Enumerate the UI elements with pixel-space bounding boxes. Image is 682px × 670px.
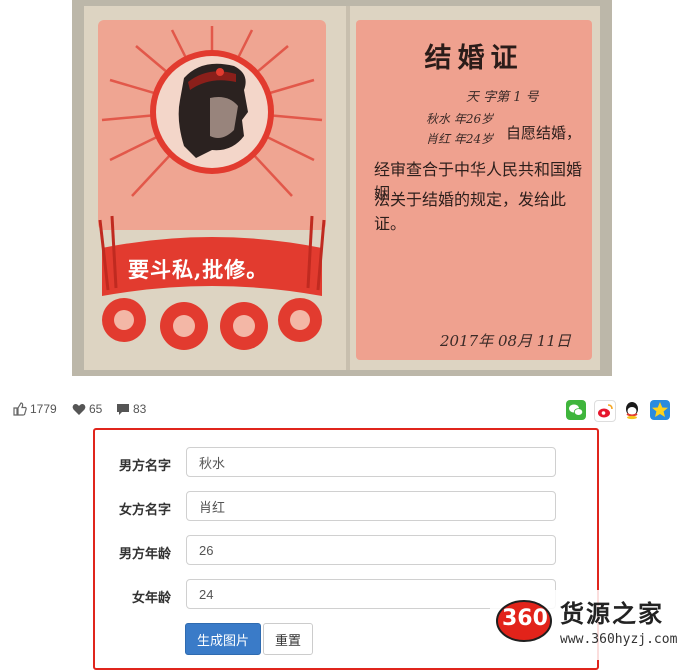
certificate-slogan: 要斗私,批修。 [128,257,269,282]
qq-icon[interactable] [622,400,642,420]
bride-age-label: 女年龄 [131,590,171,605]
certificate-body-line2: 法关于结婚的规定，发给此证。 [374,190,567,233]
bride-name-label: 女方名字 [118,502,171,517]
certificate-serial: 天 字第 1 号 [466,90,539,105]
watermark-site-name: 货源之家 [560,601,664,628]
marriage-certificate-image: 要斗私,批修。 结婚证 天 字第 1 号 秋水 年26岁 肖红 年24岁 自愿结… [72,0,612,376]
certificate-groom-line: 秋水 年26岁 [426,112,494,126]
certificate-bride-line: 肖红 年24岁 [426,132,494,146]
groom-age-label: 男方年龄 [118,546,171,561]
reset-button[interactable]: 重置 [263,623,313,655]
watermark-logo-text: 360 [502,606,548,631]
groom-name-input[interactable] [186,447,556,477]
weibo-icon[interactable] [594,400,616,422]
favorite-stat[interactable]: 65 [72,402,102,416]
heart-icon [72,403,86,415]
certificate-right-panel: 结婚证 天 字第 1 号 秋水 年26岁 肖红 年24岁 自愿结婚， 经审查合于… [356,20,592,360]
certificate-title: 结婚证 [424,43,524,74]
article-action-bar: 1779 65 83 [0,394,682,428]
generate-image-button[interactable]: 生成图片 [185,623,261,655]
thumbs-up-icon [13,402,27,416]
qzone-icon[interactable] [650,400,670,420]
certificate-fold [346,6,350,370]
portrait-emblem [98,20,326,350]
certificate-paper: 要斗私,批修。 结婚证 天 字第 1 号 秋水 年26岁 肖红 年24岁 自愿结… [84,6,600,370]
comment-icon [117,403,129,415]
comment-stat[interactable]: 83 [116,402,146,416]
certificate-left-panel: 要斗私,批修。 [92,20,332,360]
like-count: 1779 [30,402,57,416]
watermark-url: www.360hyzj.com [560,632,678,647]
site-watermark: 360 货源之家 www.360hyzj.com [490,590,678,660]
groom-name-label: 男方名字 [118,458,171,473]
comment-count: 83 [133,402,147,416]
favorite-count: 65 [89,402,103,416]
wechat-icon[interactable] [566,400,586,420]
like-stat[interactable]: 1779 [13,402,57,416]
certificate-voluntary: 自愿结婚， [506,124,582,142]
groom-age-input[interactable] [186,535,556,565]
certificate-date: 2017年 08月 11日 [440,332,571,350]
bride-name-input[interactable] [186,491,556,521]
